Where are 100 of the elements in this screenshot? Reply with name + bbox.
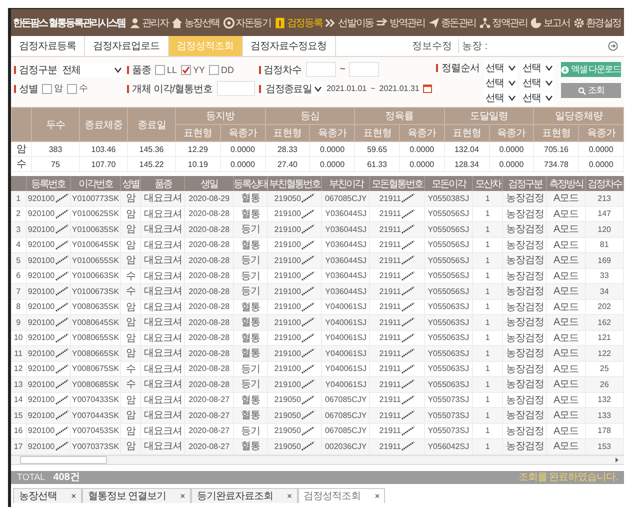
table-cell: Y055063SJ [424, 314, 473, 330]
table-cell: 1 [472, 376, 503, 392]
table-cell: 27.40 [265, 156, 310, 172]
table-cell: 0.0000 [220, 142, 266, 156]
column-header: 검정구분 [502, 176, 547, 191]
nav-menu-item[interactable]: 정액관리 [478, 16, 528, 30]
table-cell: Y0080685SK [70, 376, 121, 392]
checkbox[interactable]: DD [209, 64, 234, 74]
range-separator: ~ [340, 64, 346, 75]
row-number: 9 [11, 314, 26, 330]
table-cell: A모드 [546, 438, 586, 454]
nav-menu-item[interactable]: 방역관리 [375, 16, 426, 30]
column-header: 측정방식 [546, 176, 586, 191]
column-header: 두수 [32, 108, 80, 142]
table-cell: 219100 [267, 284, 322, 299]
column-group-header: 등심 [265, 108, 355, 124]
table-cell: 1 [472, 346, 503, 361]
checkbox[interactable]: YY [181, 64, 206, 74]
nav-menu-item[interactable]: 농장선택 [170, 16, 221, 30]
table-cell: 농장검정 [502, 314, 547, 330]
table-cell: 122 [585, 346, 624, 361]
table-cell: 대요크셔 [140, 438, 185, 454]
filter-label: 검정구분 [14, 62, 57, 76]
column-header: 등록상태 [233, 176, 268, 191]
table-cell: 0.0000 [489, 156, 534, 172]
table-cell: 132.04 [444, 142, 490, 156]
nav-menu-item[interactable]: 선발이동 [324, 16, 374, 30]
table-cell: A모드 [546, 314, 586, 330]
table-cell: Y0100635SK [70, 222, 121, 237]
table-cell: 21911 [370, 284, 424, 299]
table-cell: 1 [472, 191, 503, 206]
table-cell: 혈통 [233, 314, 268, 330]
range-separator: ~ [370, 84, 376, 93]
column-header: 육종가 [310, 124, 355, 142]
sort-select[interactable]: 선택 [521, 90, 554, 104]
table-cell: 21911 [370, 346, 424, 361]
sort-select[interactable]: 선택 [521, 76, 554, 90]
checkbox[interactable]: 암 [42, 82, 63, 95]
table-cell: 2020-08-28 [184, 252, 234, 268]
column-header: 육종가 [220, 124, 266, 142]
edit-profile-link[interactable]: 정보수정 [412, 39, 452, 53]
row-number: 5 [11, 252, 26, 268]
table-cell: 120 [585, 222, 624, 237]
nav-menu-item[interactable]: 검정등록 [272, 16, 324, 30]
nav-menu-item[interactable]: 자돈등기 [222, 16, 272, 30]
table-cell: 농장검정 [502, 438, 547, 454]
table-cell: Y0080665SK [70, 346, 121, 361]
table-cell: Y055056SJ [424, 284, 473, 299]
table-cell: 2020-08-29 [184, 191, 234, 206]
table-cell: 920100 [26, 252, 70, 268]
table-cell: 920100 [26, 314, 70, 330]
table-cell: 75 [32, 156, 80, 172]
table-cell: A모드 [546, 408, 586, 423]
filter-label: 정렬순서 [436, 60, 480, 74]
table-cell: 2020-08-28 [184, 376, 234, 392]
open-page-tab[interactable]: 농장선택 × [13, 488, 82, 502]
table-cell: A모드 [546, 376, 586, 392]
nav-menu-item[interactable]: 관리자 [128, 16, 170, 30]
table-cell: 920100 [26, 346, 70, 361]
open-page-tab[interactable]: 검정성적조회 × [298, 488, 386, 502]
filter-label: 개체 이각/혈통번호 [127, 82, 213, 96]
table-cell: 219050 [267, 438, 322, 454]
checkbox[interactable]: 수 [67, 82, 88, 95]
table-cell: 219050 [267, 408, 322, 423]
table-cell: 59.65 [354, 142, 400, 156]
open-page-tab[interactable]: 혈통정보 연결보기 × [82, 488, 191, 502]
column-header: 표현형 [265, 124, 310, 142]
nav-menu-item[interactable]: 보고서 [529, 16, 571, 30]
table-cell: 28.33 [265, 142, 310, 156]
open-page-tab[interactable]: 등기완료자료조회 × [190, 488, 298, 502]
column-header: 등록번호 [26, 176, 70, 191]
table-cell: Y040061SJ [322, 376, 370, 392]
table-cell: 153 [585, 438, 624, 454]
row-number: 15 [11, 408, 26, 423]
table-cell: Y0100773SK [70, 191, 121, 206]
table-cell: 26 [585, 376, 624, 392]
test-type-select[interactable]: 전체 [61, 62, 123, 76]
column-header: 육종가 [578, 124, 624, 142]
filter-label: 성별 [14, 82, 38, 96]
date-from[interactable]: 2021.01.01 [326, 84, 367, 93]
sort-select[interactable]: 선택 [521, 60, 554, 74]
checkbox[interactable]: LL [155, 64, 178, 74]
table-cell: 대요크셔 [140, 376, 185, 392]
sort-select[interactable]: 선택 [484, 60, 518, 74]
nav-menu-item[interactable]: 종돈관리 [426, 16, 477, 30]
table-cell: 145.36 [128, 142, 176, 156]
column-header: 부친이각 [322, 176, 370, 191]
nav-menu-item[interactable]: 환경설정 [572, 16, 622, 30]
filter-label: 품종 [127, 62, 151, 76]
sort-select[interactable]: 선택 [484, 90, 518, 104]
table-cell: Y040061SJ [322, 314, 370, 330]
sort-select[interactable]: 선택 [484, 76, 518, 90]
table-cell: 농장검정 [502, 222, 547, 237]
date-to[interactable]: 2021.01.31 [379, 84, 420, 93]
table-cell: 21911 [370, 408, 424, 423]
date-type-select[interactable]: 검정종료일 [264, 82, 323, 96]
column-header: 검정차수 [585, 176, 624, 191]
table-cell: Y055056SJ [424, 252, 473, 268]
table-cell: 2020-08-28 [184, 346, 234, 361]
table-cell: 0.0000 [310, 142, 355, 156]
